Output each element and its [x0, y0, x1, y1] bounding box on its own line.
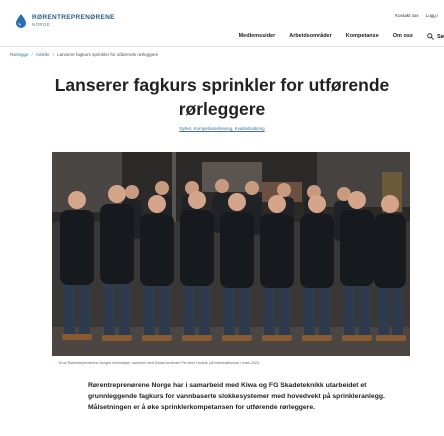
breadcrumb: Rørlegge / Artikler / Lanserer fagkurs sprin… [10, 52, 159, 57]
photo-caption: 16 av Rørentreprenørene Norges instruktø… [58, 361, 260, 365]
site-logo[interactable]: RØRENTREPRENØRENE NORGE [16, 14, 115, 28]
water-drop-icon [16, 14, 26, 28]
search-icon [427, 33, 434, 40]
header-divider [0, 46, 444, 47]
top-links: Kontakt oss Logg i [389, 13, 438, 18]
article-tags[interactable]: Nyhet, Kompetanseheving, Kvalitetssikrin… [0, 126, 444, 131]
breadcrumb-home[interactable]: Rørlegge [10, 52, 29, 57]
search-button[interactable]: Sø [427, 33, 444, 40]
nav-item-medlemssider[interactable]: Medlemssider [239, 33, 276, 40]
logo-subtitle: NORGE [32, 22, 51, 27]
article-lead: Rørentreprenørene Norge har i samarbeid … [88, 382, 385, 411]
logo-name: RØRENTREPRENØRENE [32, 14, 115, 21]
group-photo-image [52, 152, 410, 356]
nav-item-arbeidsomrader[interactable]: Arbeidsområder [289, 33, 332, 40]
main-nav: Medlemssider Arbeidsområder Kompetanse O… [239, 33, 444, 40]
breadcrumb-current: Lanserer fagkurs sprinkler for utførende… [57, 52, 159, 57]
article-photo [52, 152, 410, 356]
search-label: Sø [436, 33, 444, 40]
contact-link[interactable]: Kontakt oss [395, 13, 419, 18]
article-title: Lanserer fagkurs sprinkler for utførende… [54, 75, 390, 119]
nav-item-kompetanse[interactable]: Kompetanse [346, 33, 379, 40]
site-header: RØRENTREPRENØRENE NORGE Kontakt oss Logg… [0, 0, 444, 46]
nav-item-om-oss[interactable]: Om oss [393, 33, 413, 40]
breadcrumb-articles[interactable]: Artikler [36, 52, 50, 57]
login-link[interactable]: Logg i [426, 13, 438, 18]
